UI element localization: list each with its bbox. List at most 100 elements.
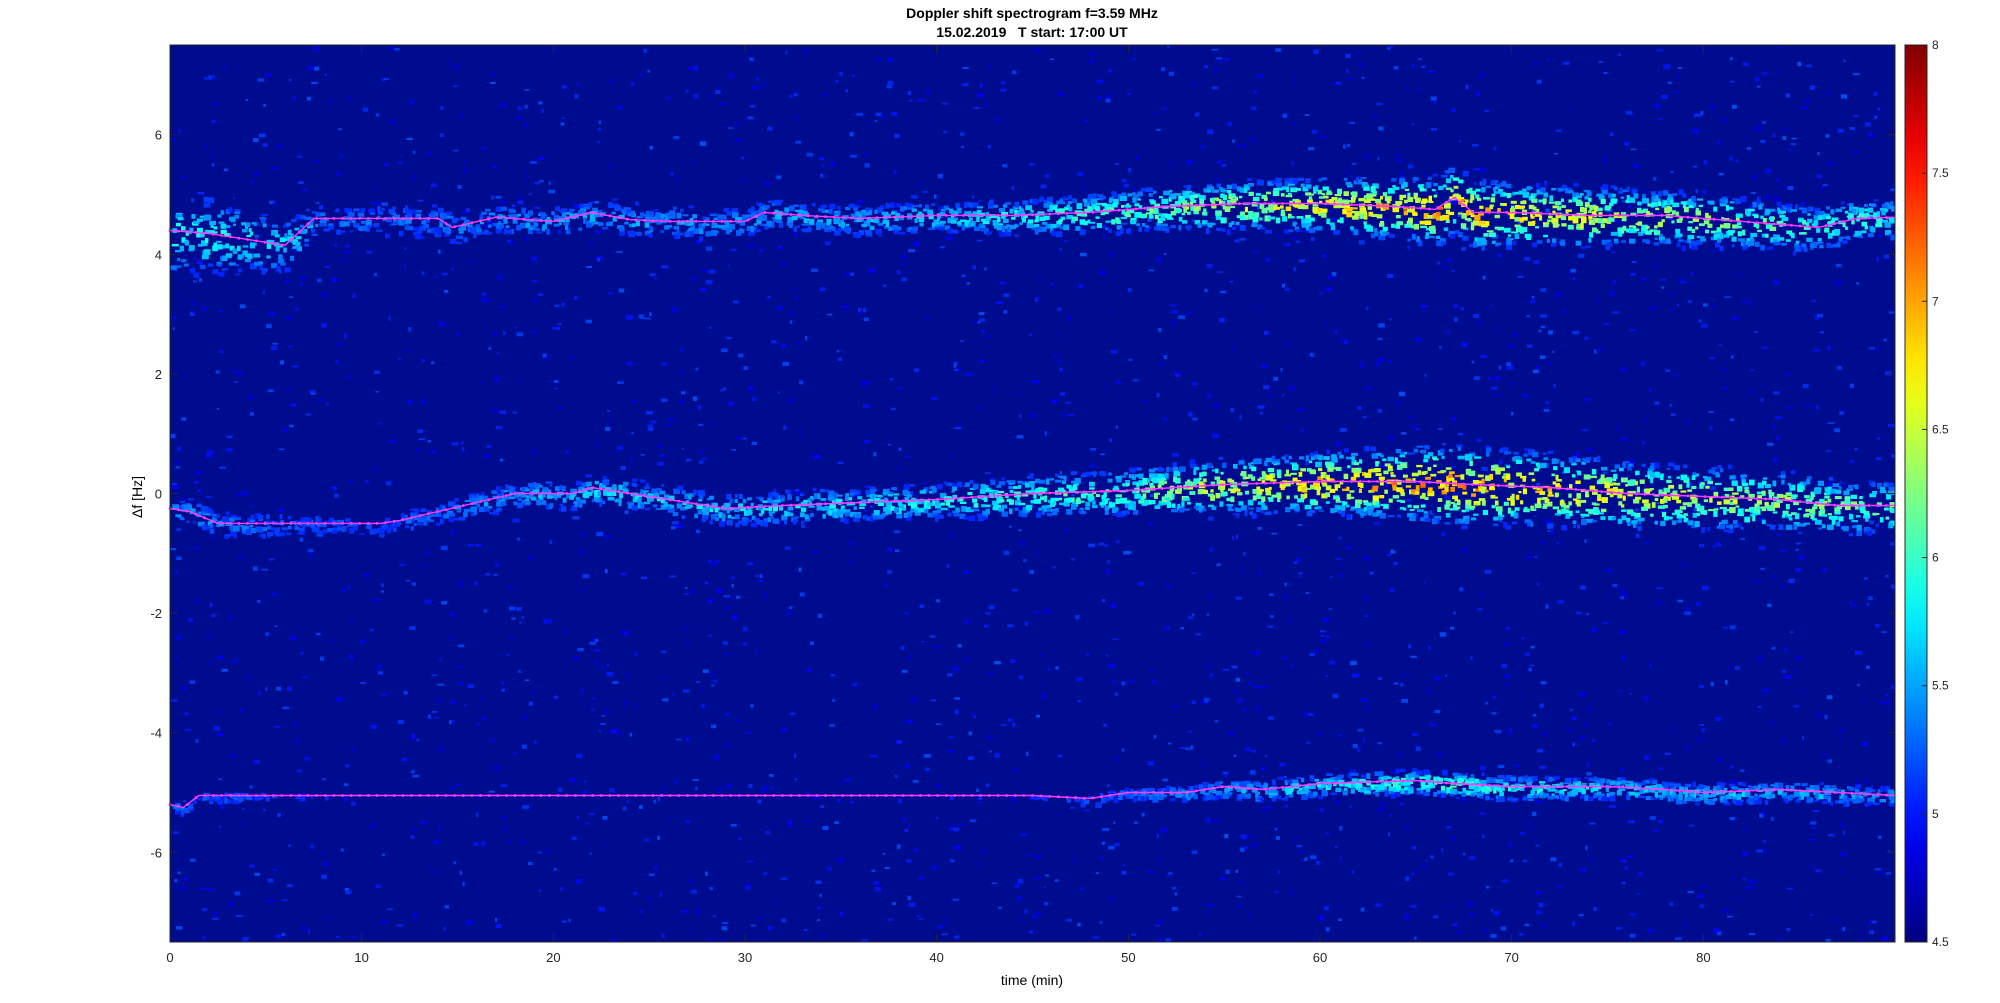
noise-cell [1289,891,1293,895]
noise-cell [607,166,611,169]
band-cell [1285,206,1292,212]
noise-cell [644,317,651,320]
noise-cell [812,550,818,554]
noise-cell [1521,637,1525,640]
band-cell [1215,215,1221,220]
noise-cell [282,427,289,433]
noise-cell [723,652,730,655]
noise-cell [481,147,486,150]
noise-cell [1702,190,1707,194]
noise-cell [693,94,699,98]
noise-cell [1052,566,1056,569]
noise-cell [296,739,300,743]
band-cell [1027,219,1034,224]
band-cell [1864,225,1869,230]
noise-cell [1345,53,1351,59]
band-cell [588,202,593,208]
noise-cell [405,580,410,582]
noise-cell [1806,403,1813,406]
noise-cell [557,322,562,326]
band-cell [1099,194,1104,201]
noise-cell [1669,403,1673,407]
noise-cell [862,510,869,513]
noise-cell [785,51,788,54]
band-cell [1871,204,1877,208]
band-cell [245,530,250,534]
noise-cell [1868,347,1875,350]
band-cell [1729,201,1735,204]
noise-cell [1059,471,1062,475]
noise-cell [1602,471,1608,474]
band-cell [1612,193,1616,198]
band-cell [1092,193,1097,199]
noise-cell [1551,351,1554,353]
noise-cell [930,699,937,702]
noise-cell [1406,88,1409,91]
band-cell [1252,196,1260,202]
band-cell [1532,193,1537,197]
noise-cell [1477,321,1481,325]
noise-cell [1009,525,1012,528]
noise-cell [1034,551,1038,555]
noise-cell [914,368,919,372]
band-cell [1497,226,1504,231]
band-cell [692,214,697,219]
noise-cell [1451,417,1456,422]
band-cell [546,228,550,235]
band-cell [1543,224,1549,228]
noise-cell [424,599,432,604]
band-cell [809,218,815,225]
noise-cell [977,200,981,203]
noise-cell [1191,572,1196,574]
noise-cell [1266,51,1269,53]
noise-cell [1405,876,1410,881]
band-cell [1436,235,1441,239]
noise-cell [554,304,560,307]
noise-cell [1761,121,1767,124]
noise-cell [509,606,515,611]
noise-cell [1050,283,1054,287]
noise-cell [1185,311,1191,315]
noise-cell [170,548,177,551]
band-cell [939,211,946,216]
noise-cell [1287,619,1292,622]
noise-cell [964,619,970,624]
noise-cell [1746,147,1752,150]
noise-cell [240,823,244,826]
noise-cell [621,572,627,576]
noise-cell [1012,70,1017,75]
noise-cell [424,810,427,813]
noise-cell [900,645,905,650]
band-cell [1838,236,1843,242]
noise-cell [1172,453,1179,457]
noise-cell [202,936,207,939]
band-cell [1051,230,1056,237]
band-cell [193,272,200,278]
noise-cell [1842,831,1845,835]
band-cell [262,527,268,532]
noise-cell [573,655,580,660]
noise-cell [481,841,486,846]
noise-cell [1463,852,1466,856]
band-cell [528,210,533,216]
noise-cell [182,800,187,803]
noise-cell [170,433,176,439]
plot-area [168,44,1896,943]
noise-cell [267,389,274,393]
noise-cell [1773,196,1780,202]
noise-cell [1885,693,1890,696]
band-cell [213,242,217,248]
band-cell [1095,216,1100,219]
noise-cell [1654,263,1658,268]
noise-cell [726,783,732,788]
band-cell [1490,197,1496,203]
noise-cell [1235,677,1241,682]
noise-cell [830,674,835,677]
noise-cell [524,89,530,91]
noise-cell [1543,408,1550,412]
noise-cell [537,157,545,161]
noise-cell [638,74,644,76]
band-cell [1214,197,1220,201]
noise-cell [1225,869,1230,874]
noise-cell [1205,911,1208,915]
